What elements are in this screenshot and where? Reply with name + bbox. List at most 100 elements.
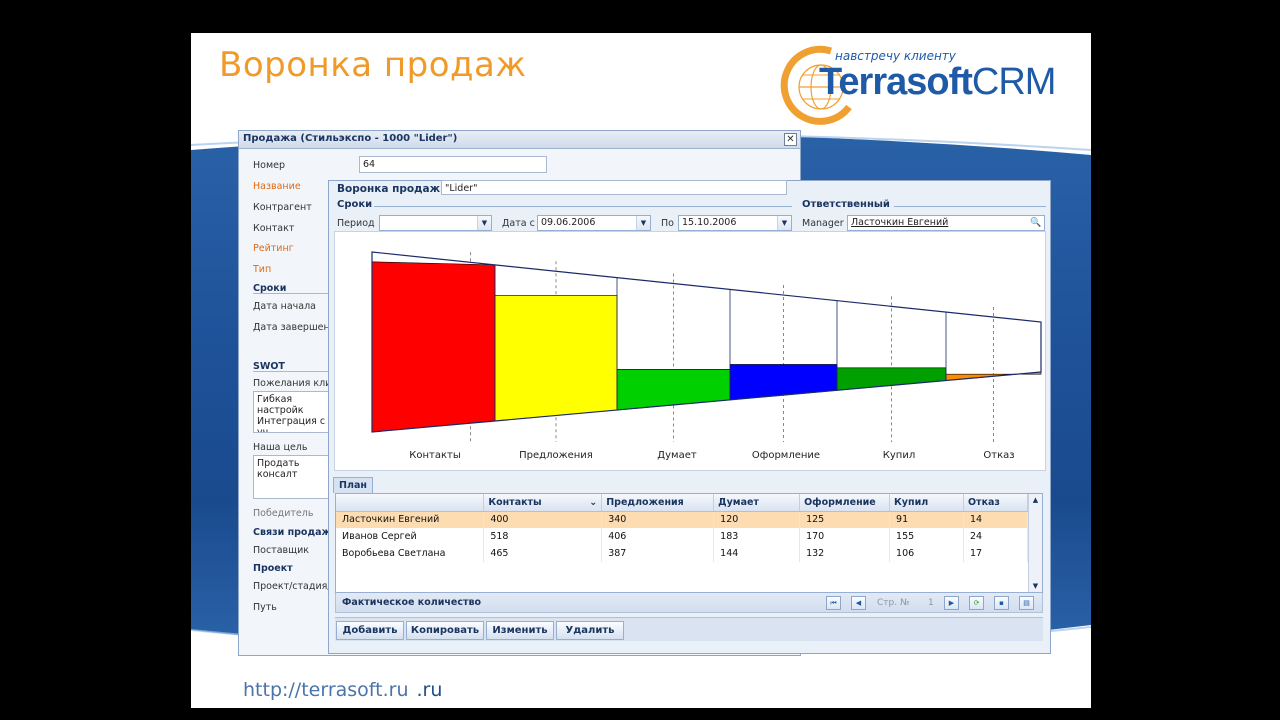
table-cell: 125 [799, 511, 891, 528]
date-from-value: 09.06.2006 [541, 217, 596, 228]
date-from-label: Дата с [502, 218, 535, 229]
slide-title: Воронка продаж [219, 45, 527, 85]
dropdown-arrow-icon[interactable]: ▼ [477, 216, 491, 230]
funnel-bar[interactable] [494, 295, 618, 422]
contractor-label: Контрагент [253, 202, 312, 213]
responsible-group-header: Ответственный [802, 199, 890, 210]
manager-label: Manager [802, 218, 844, 229]
contact-label: Контакт [253, 223, 295, 234]
column-header[interactable]: Оформление [799, 494, 891, 512]
funnel-bar[interactable] [371, 261, 496, 433]
next-page-icon[interactable]: ▶ [944, 596, 959, 610]
edit-button[interactable]: Изменить [486, 621, 554, 640]
table-cell: 132 [799, 545, 891, 562]
goal-label: Наша цель [253, 442, 308, 453]
table-cell: 155 [889, 528, 964, 545]
column-header[interactable]: Купил [889, 494, 964, 512]
column-header-label: Контакты [488, 496, 542, 508]
save-icon[interactable]: ▪ [994, 596, 1009, 610]
manager-field[interactable]: Ласточкин Евгений 🔍 [847, 215, 1045, 231]
table-row[interactable]: Воробьева Светлана 465 387 144 132 106 17 [336, 545, 1029, 562]
winner-label: Победитель [253, 508, 314, 519]
close-icon[interactable]: ✕ [784, 133, 797, 146]
manager-value[interactable]: Ласточкин Евгений [851, 217, 948, 228]
table-cell: Ласточкин Евгений [336, 511, 485, 528]
scroll-up-icon[interactable]: ▲ [1029, 496, 1042, 504]
sort-icon[interactable]: ⌄ [589, 497, 597, 508]
scroll-down-icon[interactable]: ▼ [1029, 582, 1042, 590]
print-icon[interactable]: ▤ [1019, 596, 1034, 610]
column-header[interactable]: Предложения [601, 494, 715, 512]
terms-group-header: Сроки [337, 199, 373, 210]
first-page-icon[interactable]: ⏮ [826, 596, 841, 610]
date-to-value: 15.10.2006 [682, 217, 737, 228]
table-cell: 106 [889, 545, 964, 562]
column-header[interactable]: Контакты ⌄ [483, 494, 603, 512]
divider [894, 206, 1046, 207]
period-label: Период [337, 218, 375, 229]
column-header[interactable]: Думает [713, 494, 801, 512]
period-select[interactable]: ▼ [379, 215, 492, 231]
project-header: Проект [253, 563, 293, 574]
table-cell: 183 [713, 528, 801, 545]
terrasoft-logo: навстречу клиенту TerrasoftCRM [779, 41, 1069, 131]
page-label: Стр. № [877, 598, 910, 608]
delete-button[interactable]: Удалить [556, 621, 624, 640]
column-header-name[interactable] [336, 494, 485, 512]
table-row[interactable]: Ласточкин Евгений 400 340 120 125 91 14 [336, 511, 1029, 528]
tab-plan[interactable]: План [333, 477, 373, 493]
search-icon[interactable]: 🔍 [1030, 217, 1042, 229]
rating-label: Рейтинг [253, 243, 294, 254]
date-from-field[interactable]: 09.06.2006 ▼ [537, 215, 651, 231]
plan-grid: Контакты ⌄ Предложения Думает Оформление Куп… [335, 493, 1043, 593]
date-to-field[interactable]: 15.10.2006 ▼ [678, 215, 792, 231]
prev-page-icon[interactable]: ◀ [851, 596, 866, 610]
number-field[interactable]: 64 [359, 156, 547, 173]
table-cell: 400 [483, 511, 603, 528]
funnel-window-title: Воронка продаж [337, 183, 441, 195]
name-field[interactable]: "Lider" [441, 180, 787, 195]
table-cell: Воробьева Светлана [336, 545, 485, 562]
footer-url-main[interactable]: http://terrasoft.ru [243, 679, 409, 701]
table-cell: 170 [799, 528, 891, 545]
sales-funnel-window: Воронка продаж "Lider" Сроки Ответственн… [328, 180, 1051, 654]
dropdown-arrow-icon[interactable]: ▼ [636, 216, 650, 230]
start-date-label: Дата начала [253, 301, 316, 312]
logo-crm: CRM [971, 61, 1057, 103]
add-button[interactable]: Добавить [336, 621, 404, 640]
page-number[interactable]: 1 [928, 598, 934, 608]
table-cell: 387 [601, 545, 715, 562]
vertical-scrollbar[interactable]: ▲ ▼ [1028, 494, 1042, 592]
slide: Воронка продаж навстречу клиенту Terraso… [191, 33, 1091, 708]
fact-label: Фактическое количество [342, 597, 481, 608]
wishes-line-2: Интеграция с уч [257, 416, 326, 433]
supplier-label: Поставщик [253, 545, 309, 556]
type-label: Тип [253, 264, 272, 275]
funnel-bar[interactable] [616, 368, 731, 411]
dropdown-arrow-icon[interactable]: ▼ [777, 216, 791, 230]
funnel-chart: Контакты Предложения Думает Оформление Купил… [334, 231, 1046, 471]
links-header: Связи продаж [253, 527, 331, 538]
copy-button[interactable]: Копировать [406, 621, 484, 640]
column-header[interactable]: Отказ [963, 494, 1029, 512]
category-label: Купил [883, 450, 915, 461]
footer-url[interactable]: http://terrasoft.ru .ru [243, 679, 442, 701]
category-label: Отказ [983, 450, 1014, 461]
table-cell: 24 [963, 528, 1029, 545]
divider [253, 371, 329, 372]
category-label: Оформление [752, 450, 820, 461]
refresh-icon[interactable]: ⟳ [969, 596, 984, 610]
table-cell: 518 [483, 528, 603, 545]
footer-url-tld: .ru [416, 679, 443, 701]
sale-card-titlebar[interactable]: Продажа (Стильэкспо - 1000 "Lider") ✕ [239, 131, 800, 149]
goal-textarea[interactable]: Продать консалт [253, 455, 333, 499]
table-cell: 14 [963, 511, 1029, 528]
table-cell: 465 [483, 545, 603, 562]
project-stage-label: Проект/стадия/р [253, 581, 337, 592]
goal-line-1: Продать консалт [257, 458, 300, 480]
wishes-textarea[interactable]: Гибкая настройк Интеграция с уч [253, 391, 333, 433]
name-label: Название [253, 181, 301, 192]
table-row[interactable]: Иванов Сергей 518 406 183 170 155 24 [336, 528, 1029, 545]
button-bar: Добавить Копировать Изменить Удалить [335, 617, 1043, 641]
sale-card-title: Продажа (Стильэкспо - 1000 "Lider") [243, 133, 458, 144]
